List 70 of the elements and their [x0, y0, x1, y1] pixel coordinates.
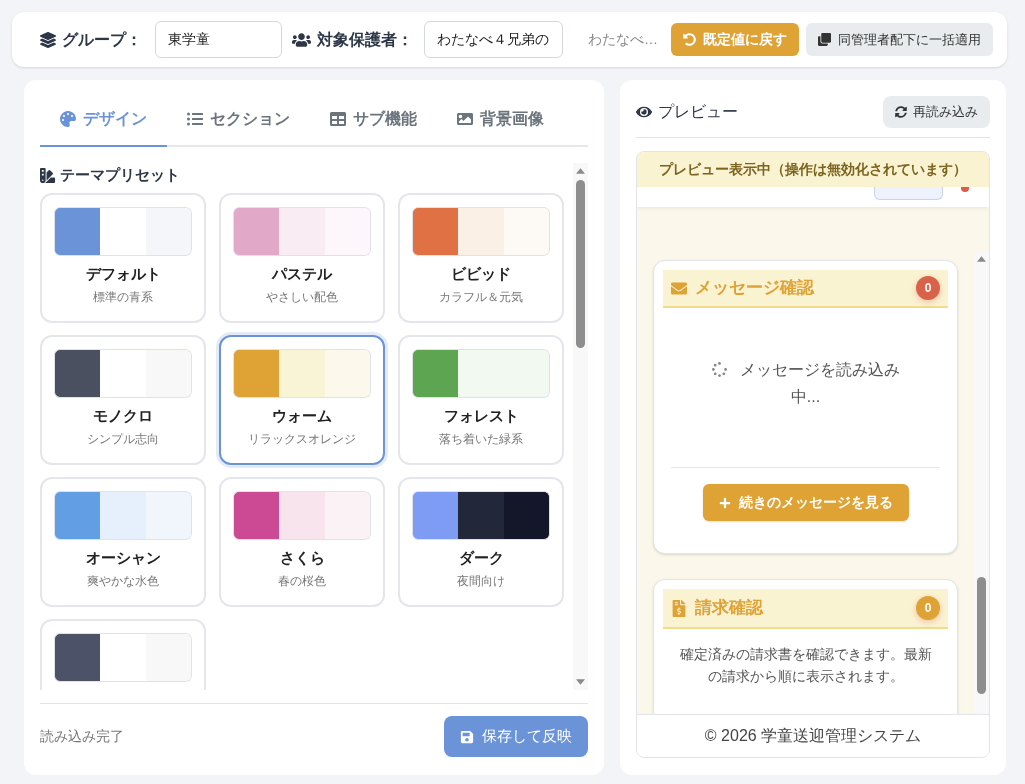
table-icon	[330, 110, 346, 127]
preset-description: シンプル志向	[87, 432, 159, 446]
layers-icon	[40, 31, 56, 48]
scrollbar[interactable]	[573, 163, 588, 690]
eye-icon	[636, 104, 652, 120]
tab[interactable]: セクション	[167, 92, 310, 147]
preset-description: 春の桜色	[278, 574, 326, 588]
copyright-text: © 2026 学童送迎管理システム	[704, 726, 922, 746]
preview-title: プレビュー	[658, 102, 738, 122]
preset-name: フォレスト	[443, 407, 519, 425]
plus-icon	[718, 496, 731, 509]
scroll-up-icon[interactable]	[576, 168, 585, 174]
scrollbar-thumb[interactable]	[576, 180, 585, 348]
tab[interactable]: 背景画像	[437, 92, 564, 147]
preset-description: カラフル＆元気	[439, 290, 523, 304]
card-title: 請求確認	[695, 597, 763, 620]
preset-name: ウォーム	[272, 407, 332, 425]
guardian-field[interactable]: わたなべ４兄弟の	[424, 21, 563, 58]
theme-preset-card[interactable]: ビビッド カラフル＆元気	[398, 193, 564, 323]
save-icon	[460, 729, 474, 744]
scrollbar-thumb[interactable]	[977, 577, 986, 694]
scroll-up-icon[interactable]	[977, 256, 986, 262]
preset-name: デフォルト	[85, 265, 161, 283]
preset-name: オーシャン	[85, 549, 161, 567]
undo-icon	[683, 33, 696, 46]
theme-preset-card[interactable]: デフォルト 標準の青系	[40, 193, 206, 323]
preset-description: 爽やかな水色	[87, 574, 159, 588]
image-icon	[457, 110, 473, 127]
tab[interactable]: サブ機能	[310, 92, 437, 147]
palette-icon	[60, 110, 76, 127]
card-title: メッセージ確認	[695, 277, 814, 300]
scrollbar[interactable]	[974, 251, 989, 714]
list-icon	[187, 110, 203, 127]
swatch-book-icon	[40, 167, 55, 183]
spinner-icon	[711, 361, 727, 377]
reload-button[interactable]: 再読み込み	[883, 96, 990, 128]
preset-name: モノクロ	[93, 407, 153, 425]
count-badge: 0	[916, 596, 940, 620]
preset-description: 標準の青系	[93, 290, 153, 304]
copy-icon	[818, 33, 831, 46]
preset-name: さくら	[279, 549, 325, 567]
group-label: グループ：	[62, 29, 142, 50]
guardian-name: わたなべ…	[588, 30, 658, 49]
theme-preset-card[interactable]: ダーク 夜間向け	[398, 477, 564, 607]
theme-preset-card[interactable]: ウォーム リラックスオレンジ	[219, 335, 385, 465]
invoice-icon	[671, 599, 687, 617]
preset-description: やさしい配色	[266, 290, 338, 304]
theme-preset-card[interactable]: オーシャン 爽やかな水色	[40, 477, 206, 607]
theme-preset-card[interactable]: フォレスト 落ち着いた緑系	[398, 335, 564, 465]
guardian-label: 対象保護者：	[317, 29, 413, 50]
scroll-down-icon[interactable]	[576, 679, 585, 685]
count-badge: 0	[916, 276, 940, 300]
theme-preset-card[interactable]: さくら 春の桜色	[219, 477, 385, 607]
theme-preset-card[interactable]: パステル やさしい配色	[219, 193, 385, 323]
theme-preset-card[interactable]: モノクロ シンプル志向	[40, 335, 206, 465]
preset-description: リラックスオレンジ	[248, 432, 356, 446]
preset-description: 落ち着いた緑系	[439, 432, 523, 446]
preset-name: ダーク	[458, 549, 504, 567]
group-field[interactable]: 東学童	[155, 21, 282, 58]
loading-text: メッセージを読み込み中...	[711, 361, 900, 405]
preset-description: 夜間向け	[457, 574, 505, 588]
refresh-icon	[895, 106, 907, 118]
preset-name: パステル	[272, 265, 332, 283]
apply-all-button[interactable]: 同管理者配下に一括適用	[806, 23, 993, 56]
preview-banner: プレビュー表示中（操作は無効化されています）	[637, 152, 989, 187]
status-text: 読み込み完了	[40, 727, 124, 746]
billing-description: 確定済みの請求書を確認できます。最新の請求から順に表示されます。	[678, 645, 933, 686]
users-icon	[292, 31, 311, 48]
preset-name: ビビッド	[451, 265, 511, 283]
section-title: テーマプリセット	[60, 164, 180, 185]
